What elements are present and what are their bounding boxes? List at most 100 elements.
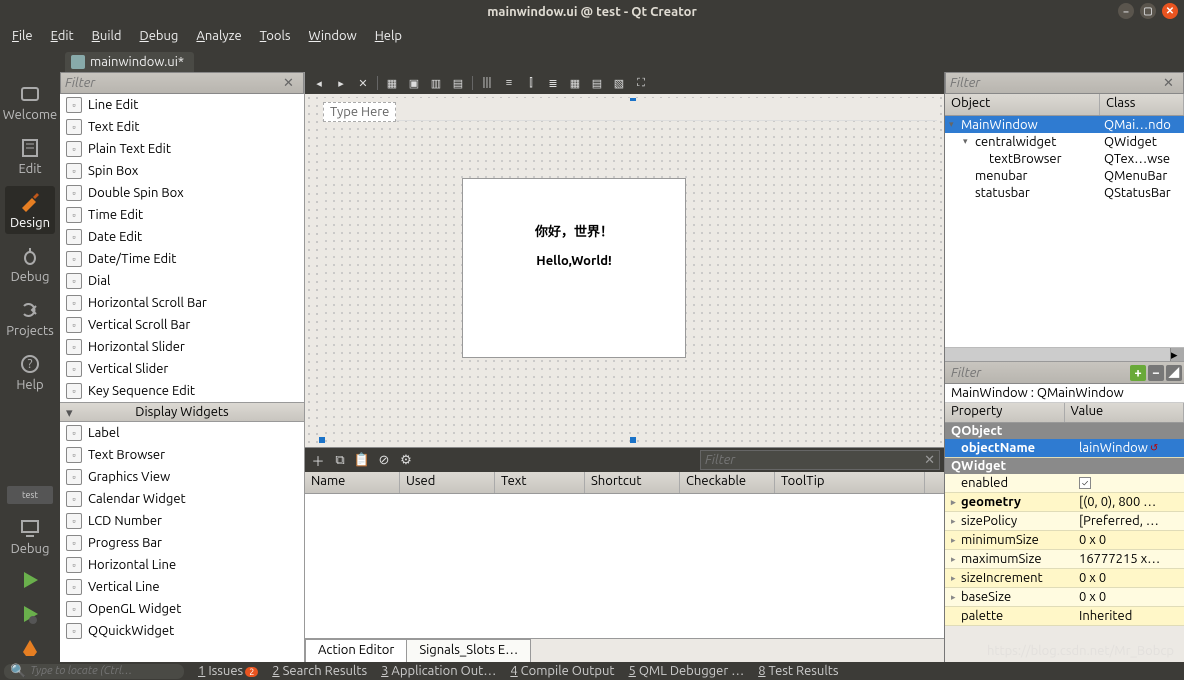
widget-lcd-number[interactable]: ▫LCD Number xyxy=(60,510,304,532)
column-object[interactable]: Object xyxy=(945,94,1100,115)
delete-icon[interactable]: ⊘ xyxy=(375,451,393,469)
layout-h-icon[interactable]: ||| xyxy=(479,75,495,91)
object-filter[interactable]: ✕ xyxy=(945,72,1184,94)
output-qml-debugger-[interactable]: 5 QML Debugger … xyxy=(629,664,745,678)
widget-progress-bar[interactable]: ▫Progress Bar xyxy=(60,532,304,554)
run-button[interactable] xyxy=(16,568,44,592)
widget-vertical-line[interactable]: ▫Vertical Line xyxy=(60,576,304,598)
new-action-icon[interactable]: ＋ xyxy=(309,451,327,469)
menu-build[interactable]: Build xyxy=(84,27,130,45)
menu-help[interactable]: Help xyxy=(367,27,410,45)
widget-horizontal-line[interactable]: ▫Horizontal Line xyxy=(60,554,304,576)
clear-icon[interactable]: ✕ xyxy=(924,453,935,468)
edit-taborder-icon[interactable]: ▤ xyxy=(450,75,466,91)
column-class[interactable]: Class xyxy=(1100,94,1184,115)
action-filter[interactable]: ✕ xyxy=(700,450,940,470)
property-list[interactable]: QObjectobjectNamelainWindow ↺QWidgetenab… xyxy=(945,423,1184,662)
settings-icon[interactable]: ⚙ xyxy=(397,451,415,469)
reset-icon[interactable]: ↺ xyxy=(1150,442,1158,454)
prop-maximumSize[interactable]: ▸maximumSize16777215 x… xyxy=(945,550,1184,569)
widget-date-edit[interactable]: ▫Date Edit xyxy=(60,226,304,248)
next-icon[interactable]: ▸ xyxy=(333,75,349,91)
widget-opengl-widget[interactable]: ▫OpenGL Widget xyxy=(60,598,304,620)
layout-form-icon[interactable]: ▤ xyxy=(589,75,605,91)
prop-group-qwidget[interactable]: QWidget xyxy=(945,458,1184,474)
break-layout-icon[interactable]: ▧ xyxy=(611,75,627,91)
h-scrollbar[interactable]: ▸ xyxy=(945,347,1184,361)
expand-icon[interactable]: ▸ xyxy=(951,535,959,546)
widget-qquickwidget[interactable]: ▫QQuickWidget xyxy=(60,620,304,642)
maximize-button[interactable]: ▢ xyxy=(1140,3,1156,19)
layout-grid-icon[interactable]: ▦ xyxy=(567,75,583,91)
output-compile-output[interactable]: 4 Compile Output xyxy=(510,664,614,678)
remove-property-icon[interactable]: − xyxy=(1148,365,1164,381)
widget-vertical-slider[interactable]: ▫Vertical Slider xyxy=(60,358,304,380)
prop-objectName[interactable]: objectNamelainWindow ↺ xyxy=(945,439,1184,458)
widget-key-sequence-edit[interactable]: ▫Key Sequence Edit xyxy=(60,380,304,402)
mode-edit[interactable]: Edit xyxy=(5,132,55,180)
widget-dial[interactable]: ▫Dial xyxy=(60,270,304,292)
column-shortcut[interactable]: Shortcut xyxy=(585,472,680,493)
object-MainWindow[interactable]: ▾MainWindowQMai…ndo xyxy=(945,116,1184,133)
object-textBrowser[interactable]: textBrowserQTex…wse xyxy=(945,150,1184,167)
widget-category[interactable]: ▾Display Widgets xyxy=(60,402,304,422)
object-filter-input[interactable] xyxy=(950,76,1163,90)
prop-minimumSize[interactable]: ▸minimumSize0 x 0 xyxy=(945,531,1184,550)
widget-graphics-view[interactable]: ▫Graphics View xyxy=(60,466,304,488)
widget-horizontal-slider[interactable]: ▫Horizontal Slider xyxy=(60,336,304,358)
widget-calendar-widget[interactable]: ▫Calendar Widget xyxy=(60,488,304,510)
widget-vertical-scroll-bar[interactable]: ▫Vertical Scroll Bar xyxy=(60,314,304,336)
design-canvas[interactable]: Type Here 你好，世界！ Hello,World! xyxy=(305,94,944,447)
adjust-size-icon[interactable]: ⛶ xyxy=(633,75,649,91)
action-filter-input[interactable] xyxy=(705,453,924,467)
text-browser-widget[interactable]: 你好，世界！ Hello,World! xyxy=(462,178,686,358)
widget-label[interactable]: ▫Label xyxy=(60,422,304,444)
object-statusbar[interactable]: statusbarQStatusBar xyxy=(945,184,1184,201)
expand-icon[interactable]: ▸ xyxy=(951,516,959,527)
file-tab[interactable]: mainwindow.ui* xyxy=(65,52,194,72)
widget-date-time-edit[interactable]: ▫Date/Time Edit xyxy=(60,248,304,270)
tab-action-editor[interactable]: Action Editor xyxy=(305,639,407,662)
menu-debug[interactable]: Debug xyxy=(132,27,187,45)
prop-palette[interactable]: paletteInherited xyxy=(945,607,1184,626)
menu-analyze[interactable]: Analyze xyxy=(188,27,249,45)
tab-signals-slots-e-[interactable]: Signals_Slots E… xyxy=(406,639,531,662)
widget-text-browser[interactable]: ▫Text Browser xyxy=(60,444,304,466)
run-debug-button[interactable] xyxy=(16,602,44,626)
clear-icon[interactable]: ✕ xyxy=(1163,76,1179,91)
minimize-button[interactable]: – xyxy=(1118,3,1134,19)
column-property[interactable]: Property xyxy=(945,403,1065,422)
column-value[interactable]: Value xyxy=(1065,403,1184,422)
column-tooltip[interactable]: ToolTip xyxy=(775,472,925,493)
add-property-icon[interactable]: + xyxy=(1130,365,1146,381)
checkbox-icon[interactable]: ✓ xyxy=(1079,477,1091,489)
widget-line-edit[interactable]: ▫Line Edit xyxy=(60,94,304,116)
expand-icon[interactable]: ▸ xyxy=(951,573,959,584)
expand-icon[interactable]: ▸ xyxy=(951,497,959,508)
locator[interactable]: 🔍 xyxy=(4,664,184,679)
object-tree[interactable]: ▾MainWindowQMai…ndo▾centralwidgetQWidget… xyxy=(945,116,1184,347)
menubar-widget[interactable]: Type Here xyxy=(322,101,937,121)
mode-help[interactable]: ?Help xyxy=(5,348,55,396)
menu-file[interactable]: File xyxy=(4,27,41,45)
clear-icon[interactable]: ✕ xyxy=(283,76,299,91)
prop-group-qobject[interactable]: QObject xyxy=(945,423,1184,439)
column-text[interactable]: Text xyxy=(495,472,585,493)
locator-input[interactable] xyxy=(30,665,178,677)
build-button[interactable] xyxy=(16,636,44,660)
object-menubar[interactable]: menubarQMenuBar xyxy=(945,167,1184,184)
output-issues[interactable]: 1 Issues2 xyxy=(198,664,258,678)
menu-edit[interactable]: Edit xyxy=(43,27,82,45)
expand-icon[interactable]: ▾ xyxy=(963,136,973,147)
close-doc-icon[interactable]: ✕ xyxy=(355,75,371,91)
edit-buddies-icon[interactable]: ▥ xyxy=(428,75,444,91)
prev-icon[interactable]: ◂ xyxy=(311,75,327,91)
prop-geometry[interactable]: ▸geometry[(0, 0), 800 … xyxy=(945,493,1184,512)
menu-window[interactable]: Window xyxy=(301,27,365,45)
prop-sizeIncrement[interactable]: ▸sizeIncrement0 x 0 xyxy=(945,569,1184,588)
prop-sizePolicy[interactable]: ▸sizePolicy[Preferred, … xyxy=(945,512,1184,531)
paste-icon[interactable]: 📋 xyxy=(353,451,371,469)
edit-signals-icon[interactable]: ▣ xyxy=(406,75,422,91)
widget-time-edit[interactable]: ▫Time Edit xyxy=(60,204,304,226)
prop-enabled[interactable]: enabled✓ xyxy=(945,474,1184,493)
